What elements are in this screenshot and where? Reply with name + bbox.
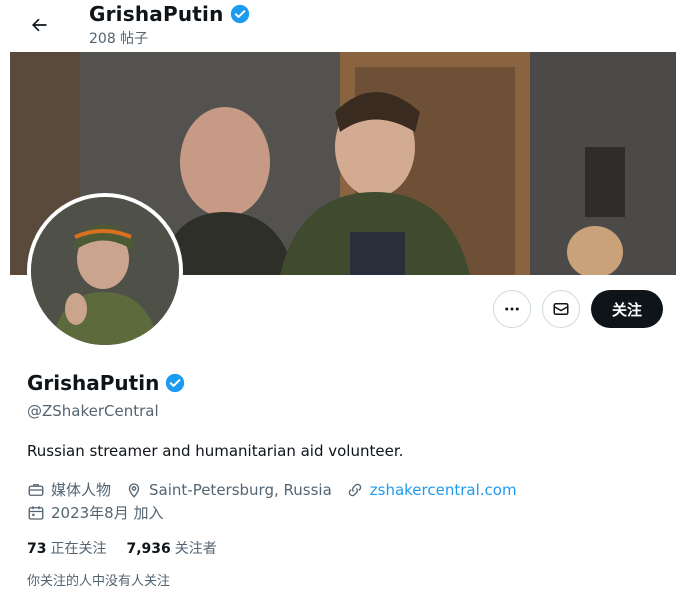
profile-website[interactable]: zshakercentral.com bbox=[346, 481, 517, 499]
posts-count: 208 帖子 bbox=[89, 31, 149, 47]
message-button[interactable] bbox=[542, 290, 580, 328]
briefcase-icon bbox=[28, 483, 44, 496]
profile-name: GrishaPutin bbox=[27, 371, 185, 395]
profile-location: Saint-Petersburg, Russia bbox=[125, 481, 332, 499]
header-title: GrishaPutin bbox=[89, 2, 250, 26]
header-name: GrishaPutin bbox=[89, 2, 224, 26]
followed-by-note[interactable]: 你关注的人中没有人关注 bbox=[27, 570, 170, 589]
avatar-photo bbox=[31, 197, 179, 345]
avatar[interactable] bbox=[27, 193, 183, 349]
more-options-button[interactable] bbox=[493, 290, 531, 328]
profile-joined: 2023年8月 加入 bbox=[27, 502, 164, 523]
following-link[interactable]: 73 正在关注 bbox=[27, 538, 106, 558]
envelope-icon bbox=[553, 303, 569, 315]
verified-badge-icon bbox=[230, 4, 249, 24]
location-label: Saint-Petersburg, Russia bbox=[149, 480, 332, 499]
ellipsis-icon bbox=[505, 307, 519, 311]
followers-count: 7,936 bbox=[126, 541, 171, 557]
followers-label: 关注者 bbox=[174, 541, 217, 557]
arrow-left-icon bbox=[32, 18, 47, 32]
follow-button[interactable]: 关注 bbox=[591, 290, 663, 328]
profile-display-name: GrishaPutin bbox=[27, 371, 160, 395]
back-button[interactable] bbox=[24, 10, 54, 40]
category-label: 媒体人物 bbox=[51, 481, 112, 499]
location-pin-icon bbox=[128, 482, 140, 498]
link-icon bbox=[348, 483, 361, 496]
profile-bio: Russian streamer and humanitarian aid vo… bbox=[27, 442, 404, 460]
joined-date: 2023年8月 加入 bbox=[51, 504, 164, 522]
website-link[interactable]: zshakercentral.com bbox=[370, 481, 517, 499]
following-count: 73 bbox=[27, 541, 47, 557]
profile-meta: 媒体人物 Saint-Petersburg, Russia zshakercen… bbox=[27, 479, 531, 500]
verified-badge-icon[interactable] bbox=[165, 373, 185, 393]
calendar-icon bbox=[28, 505, 44, 520]
following-label: 正在关注 bbox=[50, 541, 107, 557]
followers-link[interactable]: 7,936 关注者 bbox=[126, 538, 216, 558]
follow-counts: 73 正在关注 7,936 关注者 bbox=[27, 538, 237, 558]
profile-handle: @ZShakerCentral bbox=[27, 402, 159, 420]
profile-category: 媒体人物 bbox=[27, 479, 111, 500]
profile-header-bar: GrishaPutin 208 帖子 bbox=[0, 0, 677, 52]
